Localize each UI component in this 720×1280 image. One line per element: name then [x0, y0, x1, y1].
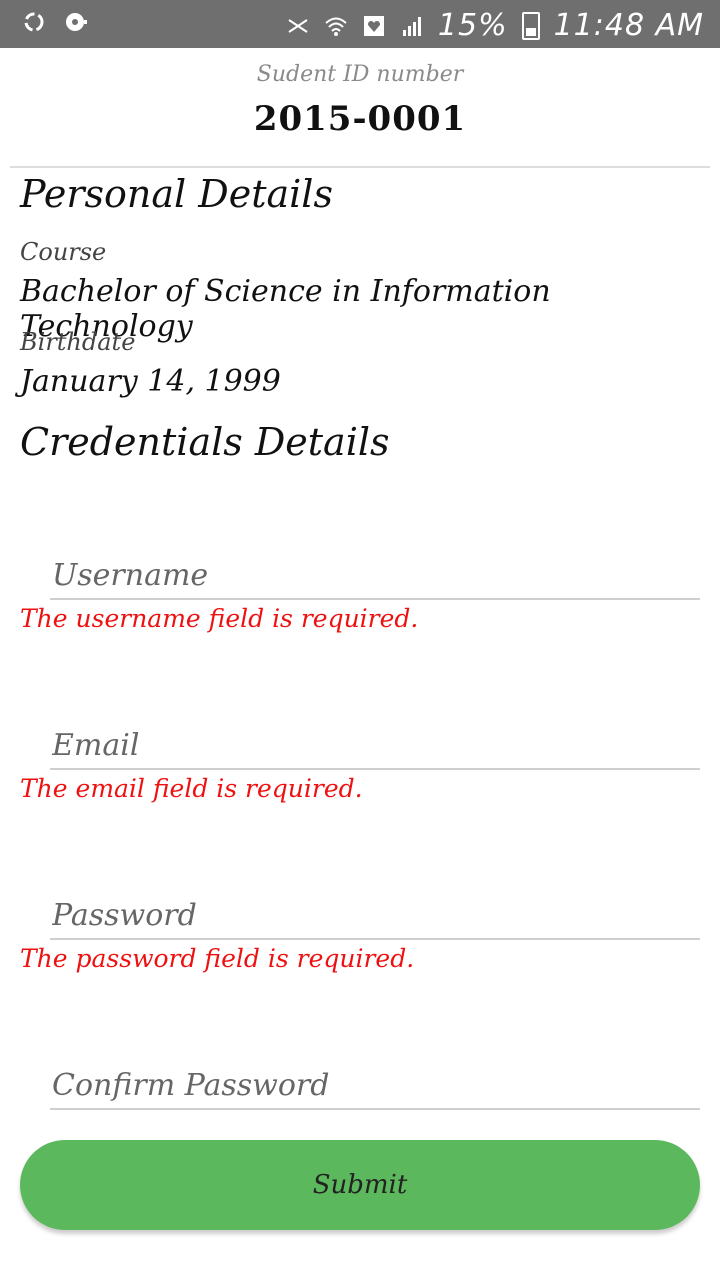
wifi-icon [325, 17, 347, 36]
heart-icon [363, 15, 384, 36]
username-error: The username field is required. [20, 604, 419, 633]
birthdate-label: Birthdate [20, 328, 136, 356]
sync-icon [24, 12, 44, 32]
email-field[interactable] [20, 720, 700, 770]
username-input[interactable] [50, 557, 700, 594]
student-id-label: Sudent ID number [256, 62, 464, 87]
status-bar: 15% 11:48 AM [0, 0, 720, 48]
battery-icon [521, 11, 540, 40]
clock: 11:48 AM [553, 8, 704, 43]
divider [10, 166, 710, 168]
course-label: Course [20, 238, 107, 266]
email-input[interactable] [50, 727, 700, 764]
media-icon [66, 13, 87, 31]
confirm-password-input[interactable] [50, 1067, 700, 1104]
email-underline [50, 768, 700, 770]
student-id-header: Sudent ID number 2015-0001 [0, 62, 720, 139]
battery-percent: 15% [437, 8, 508, 43]
personal-details-title: Personal Details [20, 172, 333, 216]
email-error: The email field is required. [20, 774, 363, 803]
signal-icon [402, 16, 421, 36]
confirm-password-field[interactable] [20, 1060, 700, 1110]
submit-button[interactable]: Submit [20, 1140, 700, 1230]
birthdate-value: January 14, 1999 [20, 364, 281, 399]
password-input[interactable] [50, 897, 700, 934]
password-field[interactable] [20, 890, 700, 940]
student-id-value: 2015-0001 [253, 99, 467, 139]
password-underline [50, 938, 700, 940]
confirm-password-underline [50, 1108, 700, 1110]
credentials-details-title: Credentials Details [20, 420, 390, 464]
username-underline [50, 598, 700, 600]
mute-icon [288, 18, 308, 33]
username-field[interactable] [20, 550, 700, 600]
password-error: The password field is required. [20, 944, 415, 973]
